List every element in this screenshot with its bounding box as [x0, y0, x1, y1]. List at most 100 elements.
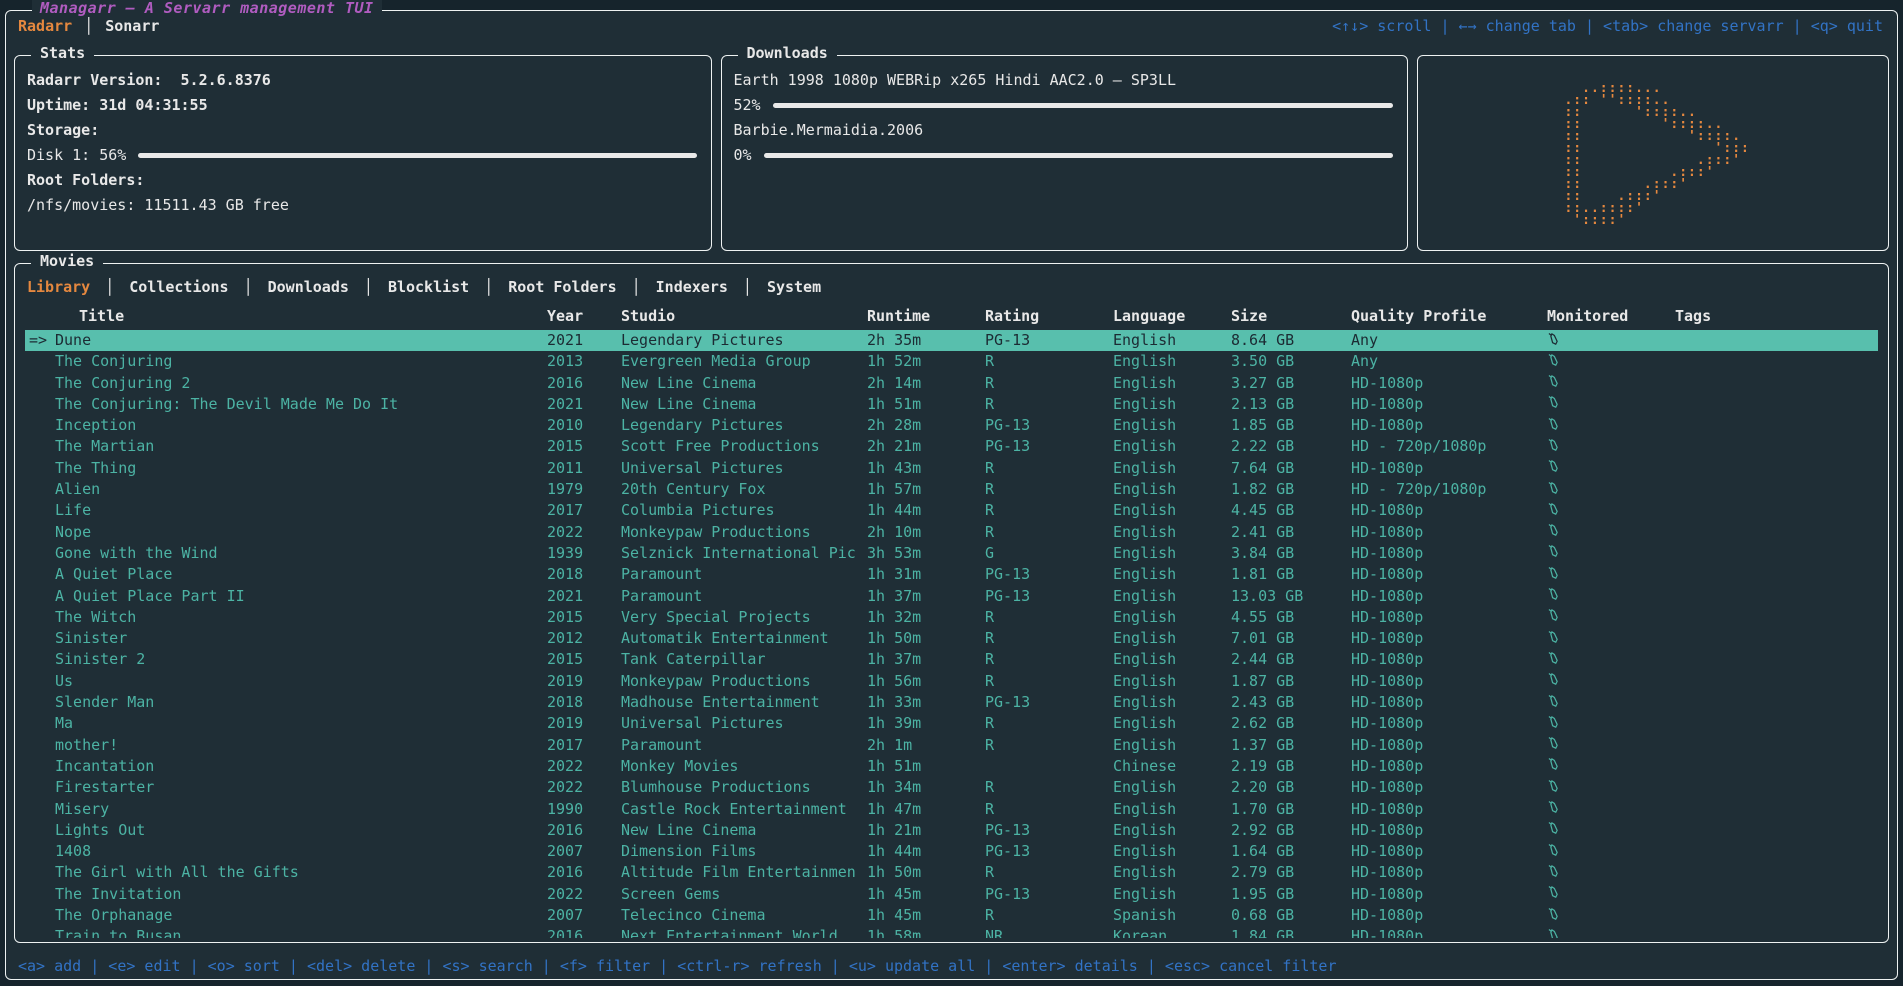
- table-row[interactable]: Alien197920th Century Fox1h 57mREnglish1…: [25, 479, 1878, 500]
- cell-rating: R: [985, 373, 1113, 394]
- cell-tags: [1675, 671, 1878, 692]
- cell-title: The Conjuring: The Devil Made Me Do It: [55, 394, 547, 415]
- cell-year: 2016: [547, 862, 621, 883]
- cell-title: Firestarter: [55, 777, 547, 798]
- cell-monitored: [1547, 926, 1675, 938]
- table-row[interactable]: Train to Busan2016Next Entertainment Wor…: [25, 926, 1878, 938]
- selected-row-marker: [25, 628, 55, 649]
- disk-usage-label: Disk 1: 56%: [27, 143, 126, 168]
- table-row[interactable]: 14082007Dimension Films1h 44mPG-13Englis…: [25, 841, 1878, 862]
- table-row[interactable]: Firestarter2022Blumhouse Productions1h 3…: [25, 777, 1878, 798]
- table-row[interactable]: Nope2022Monkeypaw Productions2h 10mREngl…: [25, 522, 1878, 543]
- cell-rating: NR: [985, 926, 1113, 938]
- table-row[interactable]: Us2019Monkeypaw Productions1h 56mREnglis…: [25, 671, 1878, 692]
- tab-indexers[interactable]: Indexers: [654, 278, 730, 296]
- cell-language: English: [1113, 586, 1231, 607]
- cell-rating: R: [985, 799, 1113, 820]
- cell-size: 1.95 GB: [1231, 884, 1351, 905]
- table-row[interactable]: The Witch2015Very Special Projects1h 32m…: [25, 607, 1878, 628]
- tab-root-folders[interactable]: Root Folders: [506, 278, 618, 296]
- top-help: <↑↓> scroll | ←→ change tab | <tab> chan…: [1332, 17, 1883, 35]
- table-row[interactable]: The Invitation2022Screen Gems1h 45mPG-13…: [25, 884, 1878, 905]
- cell-year: 2015: [547, 607, 621, 628]
- cell-year: 2022: [547, 756, 621, 777]
- cell-size: 2.19 GB: [1231, 756, 1351, 777]
- table-row[interactable]: The Conjuring: The Devil Made Me Do It20…: [25, 394, 1878, 415]
- table-row[interactable]: Slender Man2018Madhouse Entertainment1h …: [25, 692, 1878, 713]
- cell-size: 2.92 GB: [1231, 820, 1351, 841]
- cell-runtime: 1h 34m: [867, 777, 985, 798]
- tab-library[interactable]: Library: [25, 278, 92, 296]
- tab-system[interactable]: System: [765, 278, 823, 296]
- selected-row-marker: [25, 436, 55, 457]
- table-row[interactable]: A Quiet Place Part II2021Paramount1h 37m…: [25, 586, 1878, 607]
- cell-monitored: [1547, 735, 1675, 756]
- table-row[interactable]: mother!2017Paramount2h 1mREnglish1.37 GB…: [25, 735, 1878, 756]
- cell-language: English: [1113, 671, 1231, 692]
- cell-studio: Telecinco Cinema: [621, 905, 867, 926]
- table-row[interactable]: Inception2010Legendary Pictures2h 28mPG-…: [25, 415, 1878, 436]
- tab-blocklist[interactable]: Blocklist: [386, 278, 471, 296]
- table-row[interactable]: A Quiet Place2018Paramount1h 31mPG-13Eng…: [25, 564, 1878, 585]
- selected-row-marker: [25, 415, 55, 436]
- cell-size: 2.62 GB: [1231, 713, 1351, 734]
- table-row[interactable]: Misery1990Castle Rock Entertainment1h 47…: [25, 799, 1878, 820]
- cell-tags: [1675, 330, 1878, 351]
- tab-downloads[interactable]: Downloads: [266, 278, 351, 296]
- cell-studio: New Line Cinema: [621, 373, 867, 394]
- cell-runtime: 1h 51m: [867, 756, 985, 777]
- table-row[interactable]: The Orphanage2007Telecinco Cinema1h 45mR…: [25, 905, 1878, 926]
- table-row[interactable]: The Thing2011Universal Pictures1h 43mREn…: [25, 458, 1878, 479]
- monitored-tag-icon: [1547, 672, 1561, 690]
- cell-studio: Paramount: [621, 586, 867, 607]
- monitored-tag-icon: [1547, 778, 1561, 796]
- cell-studio: Legendary Pictures: [621, 330, 867, 351]
- cell-size: 3.27 GB: [1231, 373, 1351, 394]
- cell-tags: [1675, 841, 1878, 862]
- cell-tags: [1675, 564, 1878, 585]
- table-row[interactable]: Life2017Columbia Pictures1h 44mREnglish4…: [25, 500, 1878, 521]
- selected-row-marker: [25, 586, 55, 607]
- cell-studio: Paramount: [621, 735, 867, 756]
- cell-language: English: [1113, 692, 1231, 713]
- table-row[interactable]: The Girl with All the Gifts2016Altitude …: [25, 862, 1878, 883]
- table-row[interactable]: Sinister 22015Tank Caterpillar1h 37mREng…: [25, 649, 1878, 670]
- table-row[interactable]: =>Dune2021Legendary Pictures2h 35mPG-13E…: [25, 330, 1878, 351]
- cell-language: English: [1113, 330, 1231, 351]
- cell-quality-profile: Any: [1351, 330, 1547, 351]
- cell-runtime: 1h 43m: [867, 458, 985, 479]
- cell-language: English: [1113, 884, 1231, 905]
- cell-language: English: [1113, 820, 1231, 841]
- tab-sonarr[interactable]: Sonarr: [105, 17, 159, 35]
- table-row[interactable]: Lights Out2016New Line Cinema1h 21mPG-13…: [25, 820, 1878, 841]
- cell-size: 1.37 GB: [1231, 735, 1351, 756]
- table-row[interactable]: Gone with the Wind1939Selznick Internati…: [25, 543, 1878, 564]
- table-row[interactable]: Sinister2012Automatik Entertainment1h 50…: [25, 628, 1878, 649]
- cell-quality-profile: HD-1080p: [1351, 692, 1547, 713]
- cell-tags: [1675, 607, 1878, 628]
- cell-tags: [1675, 713, 1878, 734]
- cell-title: The Conjuring 2: [55, 373, 547, 394]
- table-row[interactable]: Incantation2022Monkey Movies1h 51mChines…: [25, 756, 1878, 777]
- header-spacer: [25, 302, 55, 330]
- cell-size: 1.81 GB: [1231, 564, 1351, 585]
- cell-studio: Blumhouse Productions: [621, 777, 867, 798]
- tab-separator: │: [84, 17, 93, 35]
- app-window: Managarr – A Servarr management TUI Rada…: [5, 10, 1898, 980]
- table-row[interactable]: The Conjuring2013Evergreen Media Group1h…: [25, 351, 1878, 372]
- cell-language: English: [1113, 479, 1231, 500]
- cell-tags: [1675, 884, 1878, 905]
- table-row[interactable]: The Martian2015Scott Free Productions2h …: [25, 436, 1878, 457]
- download-percent-label: 52%: [734, 93, 761, 118]
- cell-quality-profile: HD-1080p: [1351, 905, 1547, 926]
- cell-rating: R: [985, 628, 1113, 649]
- tab-separator: │: [92, 278, 127, 296]
- tab-radarr[interactable]: Radarr: [18, 17, 72, 35]
- cell-tags: [1675, 586, 1878, 607]
- table-row[interactable]: Ma2019Universal Pictures1h 39mREnglish2.…: [25, 713, 1878, 734]
- cell-tags: [1675, 905, 1878, 926]
- selected-row-marker: [25, 479, 55, 500]
- cell-monitored: [1547, 436, 1675, 457]
- table-row[interactable]: The Conjuring 22016New Line Cinema2h 14m…: [25, 373, 1878, 394]
- tab-collections[interactable]: Collections: [127, 278, 230, 296]
